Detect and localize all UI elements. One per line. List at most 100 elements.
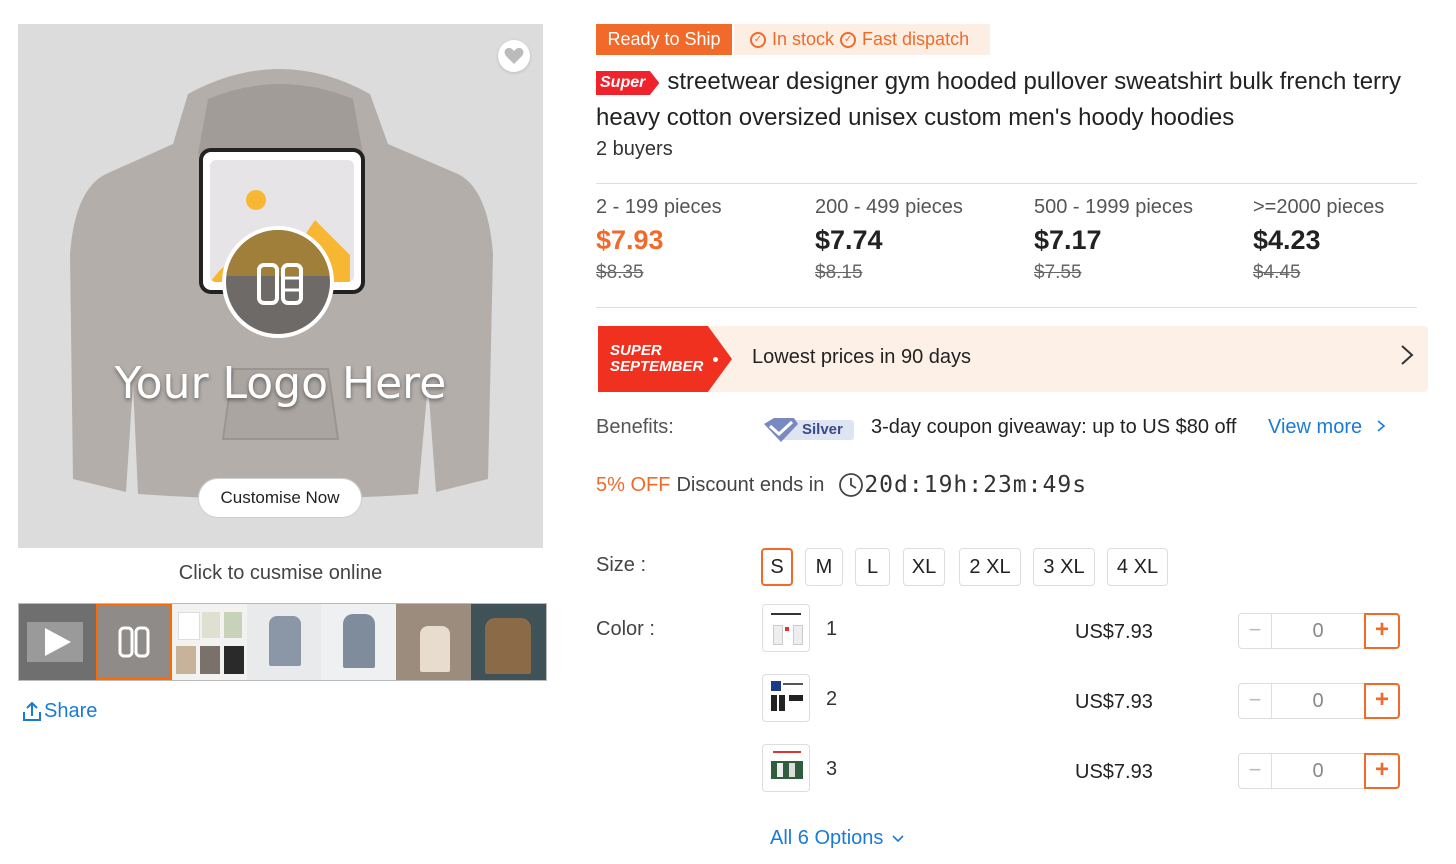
color-row: 2 US$7.93 − 0 + xyxy=(762,674,1402,724)
thumbnail-hoodie-colors[interactable] xyxy=(171,604,247,680)
quantity-stepper: − 0 + xyxy=(1238,613,1400,649)
silver-badge: Silver xyxy=(762,416,856,443)
benefit-text: 3-day coupon giveaway: up to US $80 off xyxy=(871,416,1237,438)
discount-text: Discount ends in xyxy=(676,473,825,496)
tier-price: $4.23 xyxy=(1253,225,1321,255)
quantity-input[interactable]: 0 xyxy=(1272,613,1364,649)
tier-range: 500 - 1999 pieces xyxy=(1034,196,1194,218)
silver-badge-label: Silver xyxy=(802,421,843,438)
check-circle-icon: ✓ xyxy=(840,31,857,48)
share-icon xyxy=(23,701,41,721)
favorite-heart-icon[interactable] xyxy=(498,40,530,72)
thumbnail-video[interactable] xyxy=(19,604,96,680)
thumbnail-strip xyxy=(18,603,547,681)
in-stock-label: In stock xyxy=(772,29,835,49)
share-label: Share xyxy=(44,700,98,722)
price-tier: >=2000 pieces $4.23 $4.45 xyxy=(1253,196,1456,284)
chevron-right-icon xyxy=(1400,344,1414,373)
color-price: US$7.93 xyxy=(1075,761,1153,783)
size-option-xl[interactable]: XL xyxy=(903,548,945,586)
discount-row: 5% OFF Discount ends in 20d:19h:23m:49s xyxy=(596,472,1087,498)
product-title-block: Super streetwear designer gym hooded pull… xyxy=(596,64,1426,136)
tier-old-price: $7.55 xyxy=(1034,262,1082,283)
chevron-right-icon xyxy=(1377,420,1385,432)
stock-status-badge: ✓ In stock ✓ Fast dispatch xyxy=(734,24,990,55)
color-row: 1 US$7.93 − 0 + xyxy=(762,604,1402,654)
view-more-link[interactable]: View more xyxy=(1268,416,1386,439)
buyer-count: 2 buyers xyxy=(596,138,673,160)
promo-text: Lowest prices in 90 days xyxy=(752,346,972,368)
thumbnail-model-jacket[interactable] xyxy=(471,604,547,680)
clock-icon xyxy=(839,473,864,497)
increase-button[interactable]: + xyxy=(1364,613,1400,649)
size-option-2xl[interactable]: 2 XL xyxy=(959,548,1021,586)
tier-old-price: $8.35 xyxy=(596,262,644,283)
promo-logo-line1: SUPER xyxy=(610,342,662,359)
quantity-input[interactable]: 0 xyxy=(1272,683,1364,719)
all-options-link[interactable]: All 6 Options xyxy=(770,827,905,850)
price-tier: 200 - 499 pieces $7.74 $8.15 xyxy=(815,196,1025,284)
discount-percent: 5% OFF xyxy=(596,473,671,496)
divider xyxy=(596,183,1417,184)
color-row: 3 US$7.93 − 0 + xyxy=(762,744,1402,794)
color-name: 3 xyxy=(826,758,838,780)
tier-price: $7.17 xyxy=(1034,225,1102,255)
product-title: streetwear designer gym hooded pullover … xyxy=(596,68,1402,131)
size-option-s[interactable]: S xyxy=(761,548,793,586)
view-more-label: View more xyxy=(1268,416,1363,438)
ready-to-ship-badge: Ready to Ship xyxy=(596,24,732,55)
thumbnail-model-lifestyle[interactable] xyxy=(396,604,472,680)
price-tier: 500 - 1999 pieces $7.17 $7.55 xyxy=(1034,196,1244,284)
all-options-label: All 6 Options xyxy=(770,827,884,849)
quantity-input[interactable]: 0 xyxy=(1272,753,1364,789)
check-circle-icon: ✓ xyxy=(750,31,766,48)
super-september-logo: SUPER SEPTEMBER xyxy=(598,326,732,392)
size-option-4xl[interactable]: 4 XL xyxy=(1107,548,1168,586)
tier-price: $7.74 xyxy=(815,225,883,255)
chevron-down-icon xyxy=(892,834,904,842)
fast-dispatch-label: Fast dispatch xyxy=(862,29,970,49)
promo-logo-line2: SEPTEMBER xyxy=(610,358,704,375)
quantity-stepper: − 0 + xyxy=(1238,683,1400,719)
customise-now-button[interactable]: Customise Now xyxy=(198,478,362,518)
color-price: US$7.93 xyxy=(1075,691,1153,713)
color-price: US$7.93 xyxy=(1075,621,1153,643)
logo-text: Your Logo Here xyxy=(114,358,447,409)
divider xyxy=(596,307,1417,308)
super-september-banner[interactable]: SUPER SEPTEMBER Lowest prices in 90 days xyxy=(598,326,1428,392)
color-name: 1 xyxy=(826,618,838,640)
customize-logo-icon xyxy=(118,626,150,658)
decrease-button[interactable]: − xyxy=(1238,613,1272,649)
decrease-button[interactable]: − xyxy=(1238,753,1272,789)
color-thumbnail[interactable] xyxy=(762,604,810,652)
play-icon xyxy=(45,628,71,656)
price-tier: 2 - 199 pieces $7.93 $8.35 xyxy=(596,196,806,284)
color-thumbnail[interactable] xyxy=(762,744,810,792)
customize-logo-icon xyxy=(222,226,334,338)
customise-caption: Click to cusmise online xyxy=(178,562,383,584)
color-label: Color : xyxy=(596,618,655,640)
quantity-stepper: − 0 + xyxy=(1238,753,1400,789)
thumbnail-model-front[interactable] xyxy=(246,604,322,680)
size-option-3xl[interactable]: 3 XL xyxy=(1033,548,1095,586)
countdown-timer: 20d:19h:23m:49s xyxy=(864,472,1088,498)
color-name: 2 xyxy=(826,688,838,710)
increase-button[interactable]: + xyxy=(1364,683,1400,719)
thumbnail-model-back[interactable] xyxy=(321,604,397,680)
tier-old-price: $8.15 xyxy=(815,262,863,283)
tier-range: 2 - 199 pieces xyxy=(596,196,722,218)
tier-old-price: $4.45 xyxy=(1253,262,1301,283)
size-label: Size : xyxy=(596,554,647,576)
increase-button[interactable]: + xyxy=(1364,753,1400,789)
tier-price: $7.93 xyxy=(596,225,664,255)
decrease-button[interactable]: − xyxy=(1238,683,1272,719)
tier-range: >=2000 pieces xyxy=(1253,196,1385,218)
thumbnail-logo-customizer[interactable] xyxy=(95,604,172,680)
size-option-m[interactable]: M xyxy=(805,548,843,586)
main-product-image[interactable]: Your Logo Here Customise Now xyxy=(18,24,543,548)
share-link[interactable]: Share xyxy=(22,700,97,723)
size-option-l[interactable]: L xyxy=(855,548,890,586)
benefits-label: Benefits: xyxy=(596,416,674,438)
color-thumbnail[interactable] xyxy=(762,674,810,722)
super-tag: Super xyxy=(596,71,660,95)
